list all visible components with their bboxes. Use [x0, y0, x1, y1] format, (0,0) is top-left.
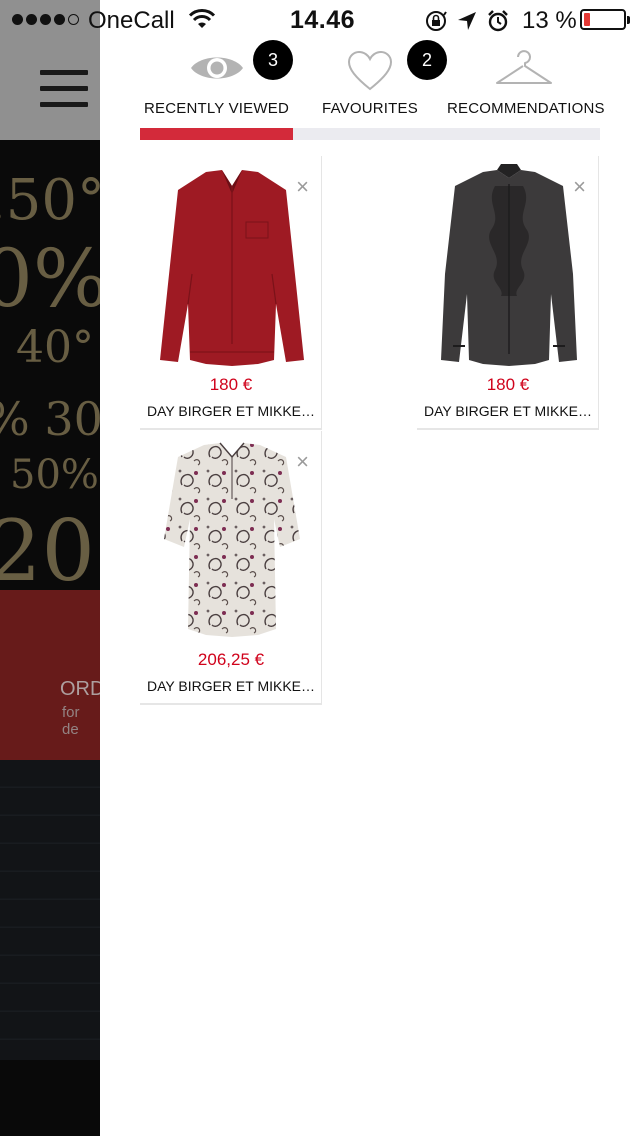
tab-label: RECENTLY VIEWED [144, 100, 289, 117]
battery-icon [580, 9, 630, 30]
recently-viewed-count-badge: 3 [253, 40, 293, 80]
tab-recently-viewed[interactable]: 3 RECENTLY VIEWED [140, 40, 293, 128]
remove-item-icon[interactable]: × [296, 451, 309, 473]
tab-favourites[interactable]: 2 FAVOURITES [293, 40, 447, 128]
tab-indicator-active [140, 128, 293, 140]
product-name[interactable]: DAY BIRGER ET MIKKE… [140, 678, 322, 694]
favourites-count-badge: 2 [407, 40, 447, 80]
product-name[interactable]: DAY BIRGER ET MIKKE… [417, 403, 599, 419]
tab-recommendations[interactable]: RECOMMENDATIONS [447, 40, 605, 128]
tab-indicator-track [140, 128, 600, 140]
cell-signal-icon [12, 14, 79, 25]
rotation-lock-icon [424, 9, 448, 38]
location-arrow-icon [456, 10, 478, 37]
wifi-icon [188, 8, 216, 35]
tab-label: RECOMMENDATIONS [447, 100, 605, 117]
heart-icon [347, 50, 393, 97]
product-price: 206,25 € [197, 650, 265, 669]
tab-label: FAVOURITES [322, 100, 418, 117]
battery-percent: 13 % [522, 7, 577, 34]
product-card[interactable]: × 180 € DAY BIRGER ET MIKKE… [417, 156, 599, 430]
status-time: 14.46 [290, 6, 356, 34]
product-name[interactable]: DAY BIRGER ET MIKKE… [140, 403, 322, 419]
hanger-icon [494, 48, 554, 93]
product-image-paisley-blouse [148, 439, 316, 649]
eye-icon [189, 50, 245, 91]
product-image-black-ruffle-shirt [425, 164, 593, 374]
background-page: .50° 0% 40° % 30 50% 20° ORD for de [0, 0, 100, 1136]
product-card[interactable]: × 206,25 € DAY BIRGER ET MIKKE… [140, 431, 322, 705]
product-card[interactable]: × 180 € DAY BIRGER ET MIKKE… [140, 156, 322, 430]
tab-bar: 3 RECENTLY VIEWED 2 FAVOURITES RECOMMEND… [140, 40, 605, 140]
remove-item-icon[interactable]: × [296, 176, 309, 198]
product-image-red-blouse [148, 164, 316, 374]
product-price: 180 € [486, 375, 530, 394]
background-shade[interactable] [0, 0, 100, 1136]
product-price: 180 € [209, 375, 253, 394]
remove-item-icon[interactable]: × [573, 176, 586, 198]
alarm-icon [486, 9, 510, 38]
side-panel: 3 RECENTLY VIEWED 2 FAVOURITES RECOMMEND… [100, 0, 640, 1136]
status-bar: OneCall 14.46 13 % [0, 0, 640, 40]
carrier-name: OneCall [88, 7, 175, 34]
